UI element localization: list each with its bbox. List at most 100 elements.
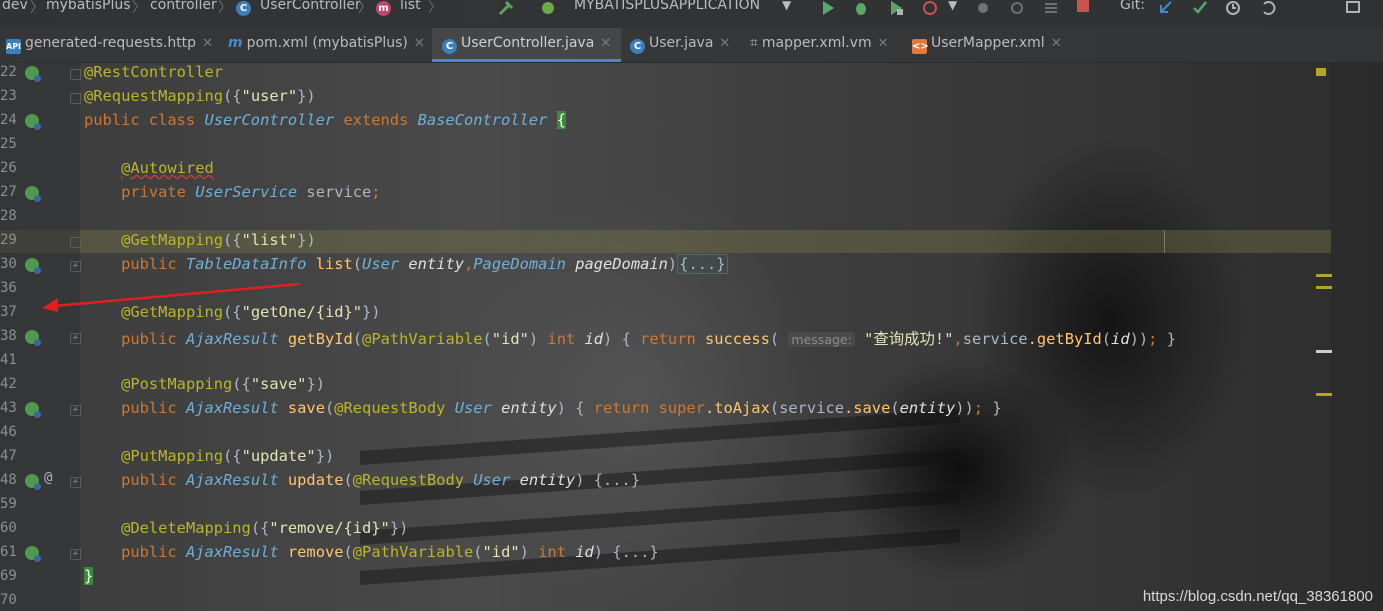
spring-bean-icon[interactable] [25, 66, 41, 82]
git-commit-icon[interactable] [1192, 0, 1208, 16]
code-line: public TableDataInfo list(User entity,Pa… [121, 254, 728, 274]
breadcrumb-separator: 〉 [358, 0, 372, 16]
code-line: public AjaxResult remove(@PathVariable("… [121, 543, 659, 561]
folded-code-block[interactable]: {...} [603, 543, 658, 561]
line-number: 23 [0, 88, 17, 104]
close-icon[interactable]: ✕ [1051, 36, 1062, 51]
chevron-down-icon[interactable]: ▼ [948, 0, 957, 12]
breadcrumb-dev[interactable]: dev [2, 0, 28, 13]
line-number: 30 [0, 256, 17, 272]
tab-pom-xml[interactable]: m pom.xml (mybatisPlus) ✕ [228, 28, 425, 62]
fold-marker-icon[interactable] [70, 93, 81, 104]
code-line: public AjaxResult save(@RequestBody User… [121, 399, 1002, 417]
breadcrumb-mybatisplus[interactable]: mybatisPlus [46, 0, 131, 13]
folded-code-block[interactable]: {...} [584, 471, 640, 489]
expand-fold-icon[interactable]: + [70, 405, 81, 416]
expand-fold-icon[interactable]: + [70, 333, 81, 344]
line-number: 25 [0, 136, 17, 152]
autowired-bean-icon[interactable] [25, 186, 41, 202]
update-app-icon[interactable] [1009, 0, 1025, 16]
close-icon[interactable]: ✕ [719, 36, 730, 51]
tab-label: UserMapper.xml [931, 35, 1045, 51]
breadcrumb-list[interactable]: list [400, 0, 421, 13]
xml-icon: <> [912, 39, 929, 54]
breadcrumb-usercontroller[interactable]: UserController [260, 0, 361, 13]
git-label: Git: [1120, 0, 1145, 13]
fold-marker-icon[interactable] [70, 237, 81, 248]
rollback-icon[interactable] [1260, 0, 1276, 16]
tab-usercontroller-java[interactable]: C UserController.java ✕ [432, 28, 622, 62]
run-configuration-selector[interactable]: MYBATISPLUSAPPLICATION [574, 0, 760, 13]
code-editor[interactable]: 22 23 24 25 26 27 28 29 30 36 37 38 41 4… [0, 62, 1383, 611]
code-line: @RequestMapping({"user"}) [84, 87, 316, 105]
line-number: 42 [0, 376, 17, 392]
code-line: @PostMapping({"save"}) [121, 375, 325, 393]
line-number: 41 [0, 352, 17, 368]
tab-generated-requests[interactable]: API generated-requests.http ✕ [6, 28, 213, 62]
history-icon[interactable] [1225, 0, 1241, 16]
expand-fold-icon[interactable]: + [70, 549, 81, 560]
breadcrumb-controller[interactable]: controller [150, 0, 217, 13]
tab-user-java[interactable]: C User.java ✕ [630, 28, 730, 62]
request-mapping-icon[interactable] [25, 546, 41, 562]
run-icon[interactable] [820, 0, 836, 16]
line-number: 27 [0, 184, 17, 200]
line-number: 38 [0, 328, 17, 344]
line-number: 22 [0, 64, 17, 80]
tab-label: mapper.xml.vm [761, 35, 872, 51]
request-mapping-icon[interactable] [25, 330, 41, 346]
line-number: 37 [0, 304, 17, 320]
breadcrumb-separator: 〉 [132, 0, 146, 16]
chevron-down-icon[interactable]: ▼ [782, 0, 791, 12]
editor-tab-bar: API generated-requests.http ✕ m pom.xml (my… [0, 28, 1383, 63]
tab-usermapper-xml[interactable]: <> UserMapper.xml ✕ [912, 28, 1062, 62]
line-number: 48 [0, 472, 17, 488]
close-icon[interactable]: ✕ [600, 36, 611, 51]
code-line: public AjaxResult update(@RequestBody Us… [121, 471, 641, 489]
profiler-icon[interactable] [922, 0, 938, 16]
close-icon[interactable]: ✕ [878, 36, 889, 51]
override-at-icon[interactable]: @ [44, 470, 52, 486]
right-margin-guide [1164, 230, 1165, 253]
scroll-position-marker[interactable] [1316, 350, 1332, 353]
close-icon[interactable]: ✕ [414, 36, 425, 51]
code-line: public class UserController extends Base… [84, 111, 566, 129]
folded-code-block[interactable]: {...} [677, 254, 728, 274]
fold-marker-icon[interactable] [70, 69, 81, 80]
expand-fold-icon[interactable]: + [70, 261, 81, 272]
line-number: 47 [0, 448, 17, 464]
build-hammer-icon[interactable] [498, 0, 514, 16]
tab-label: User.java [649, 35, 714, 51]
code-line: @DeleteMapping({"remove/{id}"}) [121, 519, 409, 537]
tab-label: pom.xml (mybatisPlus) [246, 35, 408, 51]
close-icon[interactable]: ✕ [202, 36, 213, 51]
line-number: 28 [0, 208, 17, 224]
request-mapping-icon[interactable] [25, 474, 41, 490]
editor-scrollbar[interactable] [1331, 62, 1383, 611]
expand-fold-icon[interactable]: + [70, 477, 81, 488]
warning-marker[interactable] [1316, 274, 1332, 277]
stop-icon[interactable] [1075, 0, 1091, 16]
tab-mapper-xml-vm[interactable]: ⌗ mapper.xml.vm ✕ [750, 28, 889, 62]
request-mapping-icon[interactable] [25, 402, 41, 418]
spring-bean-icon[interactable] [25, 114, 41, 130]
maven-icon: m [228, 35, 243, 51]
request-mapping-icon[interactable] [25, 258, 41, 274]
line-number: 61 [0, 544, 17, 560]
debug-icon[interactable] [853, 0, 869, 16]
annotation-arrow [42, 282, 301, 312]
navigation-bar: dev 〉 mybatisPlus 〉 controller 〉 C UserC… [0, 0, 1383, 28]
inspection-status-icon[interactable] [1316, 68, 1326, 76]
template-icon: ⌗ [750, 35, 758, 51]
attach-debugger-icon[interactable] [975, 0, 991, 16]
git-update-icon[interactable] [1158, 0, 1174, 16]
coverage-icon[interactable] [888, 0, 904, 16]
class-icon: C [236, 1, 251, 16]
line-number: 26 [0, 160, 17, 176]
reload-icon[interactable] [1043, 0, 1059, 16]
warning-marker[interactable] [1316, 286, 1332, 289]
warning-marker[interactable] [1316, 393, 1332, 396]
code-line: @Autowired [121, 159, 214, 177]
maximize-icon[interactable] [1345, 0, 1361, 16]
code-line: @RestController [84, 63, 223, 81]
